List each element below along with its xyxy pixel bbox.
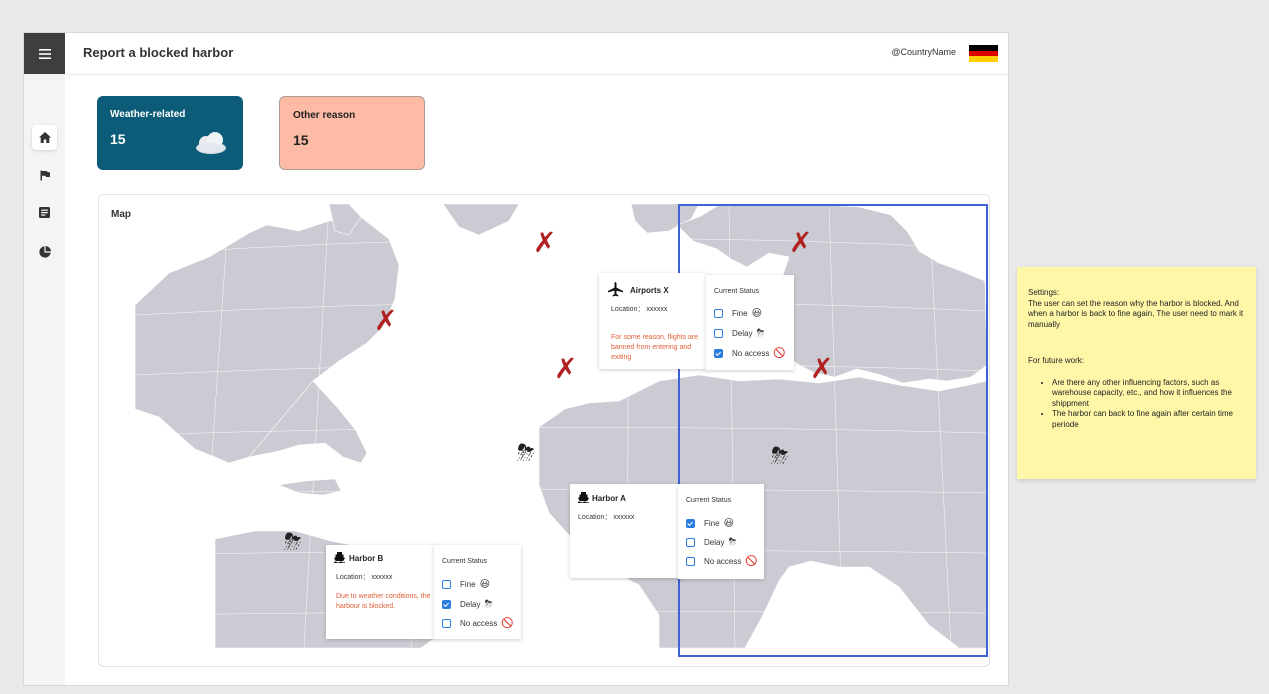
harbor-a-location: Location： xxxxxx	[578, 514, 635, 521]
status-option-fine[interactable]: Fine 😃	[686, 516, 734, 530]
status-title: Current Status	[714, 288, 760, 295]
prohibited-icon: 🚫	[501, 617, 514, 629]
storm-cloud-icon[interactable]: ⛈	[284, 530, 302, 555]
no-access-checkbox[interactable]	[714, 348, 723, 358]
settings-title: Settings:	[1028, 288, 1060, 297]
page-title: Report a blocked harbor	[83, 45, 234, 60]
ship-icon	[334, 552, 345, 563]
side-nav	[24, 33, 65, 685]
airport-note: For some reason, flights are banned from…	[611, 334, 699, 361]
country-name[interactable]: @CountryName	[891, 47, 956, 57]
document-icon	[39, 207, 50, 218]
status-option-no-access[interactable]: No access 🚫	[686, 554, 758, 568]
storm-cloud-icon: ⛈	[756, 327, 765, 339]
status-option-delay[interactable]: Delay ⛈	[442, 597, 492, 611]
delay-checkbox[interactable]	[442, 599, 451, 609]
card-count: 15	[110, 131, 126, 147]
future-list: Are there any other influencing factors,…	[1028, 378, 1248, 431]
delay-label: Delay	[460, 599, 481, 609]
blocked-x-icon[interactable]: ✗	[533, 226, 556, 259]
status-option-fine[interactable]: Fine 😃	[714, 306, 762, 320]
map-title: Map	[111, 209, 131, 220]
flag-icon	[40, 170, 50, 181]
blocked-x-icon[interactable]: ✗	[374, 304, 397, 337]
nav-flag[interactable]	[32, 163, 57, 188]
nav-document[interactable]	[32, 200, 57, 225]
card-label: Other reason	[293, 110, 356, 121]
other-reason-card[interactable]: Other reason 15	[279, 96, 425, 170]
home-icon	[38, 132, 51, 143]
top-bar: Report a blocked harbor @CountryName	[65, 33, 1008, 75]
grinning-face-icon: 😃	[723, 517, 734, 529]
no-access-label: No access	[732, 348, 770, 358]
fine-checkbox[interactable]	[714, 308, 723, 318]
future-title: For future work:	[1028, 356, 1085, 365]
app-frame: Report a blocked harbor @CountryName Wea…	[23, 32, 1009, 686]
harbor-b-popup: Harbor B Location： xxxxxx Due to weather…	[326, 545, 436, 639]
delay-checkbox[interactable]	[714, 328, 723, 338]
fine-label: Fine	[704, 518, 720, 528]
grinning-face-icon: 😃	[751, 307, 762, 319]
airport-x-popup: Airports X Location： xxxxxx For some rea…	[599, 273, 707, 369]
harbor-a-name: Harbor A	[592, 494, 626, 503]
weather-related-card[interactable]: Weather-related 15	[97, 96, 243, 170]
fine-checkbox[interactable]	[686, 518, 695, 528]
airport-location: Location： xxxxxx	[611, 306, 668, 313]
status-option-delay[interactable]: Delay ⛈	[714, 326, 764, 340]
card-count: 15	[293, 132, 309, 148]
blocked-x-icon[interactable]: ✗	[554, 352, 577, 385]
fine-label: Fine	[460, 579, 476, 589]
storm-cloud-icon: ⛈	[484, 598, 493, 610]
card-label: Weather-related	[110, 109, 186, 120]
settings-text: The user can set the reason why the harb…	[1028, 298, 1244, 329]
blocked-x-icon[interactable]: ✗	[810, 352, 833, 385]
fine-checkbox[interactable]	[442, 579, 451, 589]
airport-name: Airports X	[630, 286, 669, 295]
status-option-fine[interactable]: Fine 😃	[442, 577, 490, 591]
world-map[interactable]	[99, 195, 989, 666]
map-panel: Map ✗ ✗ ✗ ✗ ✗ ⛈ ⛈ ⛈ Airports X Location：…	[98, 194, 990, 667]
status-title: Current Status	[686, 497, 732, 504]
harbor-b-note: Due to weather conditions, the harbour i…	[336, 593, 431, 610]
prohibited-icon: 🚫	[773, 347, 786, 359]
no-access-checkbox[interactable]	[442, 618, 451, 628]
germany-flag-icon[interactable]	[969, 45, 998, 63]
no-access-label: No access	[704, 556, 742, 566]
delay-label: Delay	[704, 537, 725, 547]
delay-label: Delay	[732, 328, 753, 338]
status-option-no-access[interactable]: No access 🚫	[442, 616, 514, 630]
nav-chart[interactable]	[32, 239, 57, 264]
nav-home[interactable]	[32, 125, 57, 150]
ship-icon	[578, 492, 589, 503]
harbor-a-popup: Harbor A Location： xxxxxx	[570, 484, 685, 578]
menu-button[interactable]	[24, 33, 65, 74]
airplane-icon	[608, 282, 623, 297]
harbor-b-name: Harbor B	[349, 554, 384, 563]
airport-status-panel: Current Status Fine 😃 Delay ⛈ No access 🚫	[706, 275, 794, 370]
grinning-face-icon: 😃	[479, 578, 490, 590]
pie-chart-icon	[38, 245, 51, 258]
future-item: The harbor can back to fine again after …	[1052, 409, 1248, 430]
status-option-delay[interactable]: Delay ⛈	[686, 535, 736, 549]
prohibited-icon: 🚫	[745, 555, 758, 567]
harbor-b-status-panel: Current Status Fine 😃 Delay ⛈ No access 🚫	[434, 545, 521, 639]
storm-cloud-icon: ⛈	[728, 536, 737, 548]
cloud-icon	[196, 132, 226, 154]
storm-cloud-icon[interactable]: ⛈	[517, 441, 535, 466]
harbor-a-status-panel: Current Status Fine 😃 Delay ⛈ No access 🚫	[678, 484, 764, 579]
storm-cloud-icon[interactable]: ⛈	[771, 444, 789, 469]
blocked-x-icon[interactable]: ✗	[789, 226, 812, 259]
status-option-no-access[interactable]: No access 🚫	[714, 346, 786, 360]
sticky-note: Settings: The user can set the reason wh…	[1017, 267, 1256, 479]
no-access-checkbox[interactable]	[686, 556, 695, 566]
no-access-label: No access	[460, 618, 498, 628]
future-item: Are there any other influencing factors,…	[1052, 378, 1248, 410]
fine-label: Fine	[732, 308, 748, 318]
harbor-b-location: Location： xxxxxx	[336, 574, 393, 581]
hamburger-icon	[38, 48, 51, 59]
delay-checkbox[interactable]	[686, 537, 695, 547]
status-title: Current Status	[442, 558, 488, 565]
